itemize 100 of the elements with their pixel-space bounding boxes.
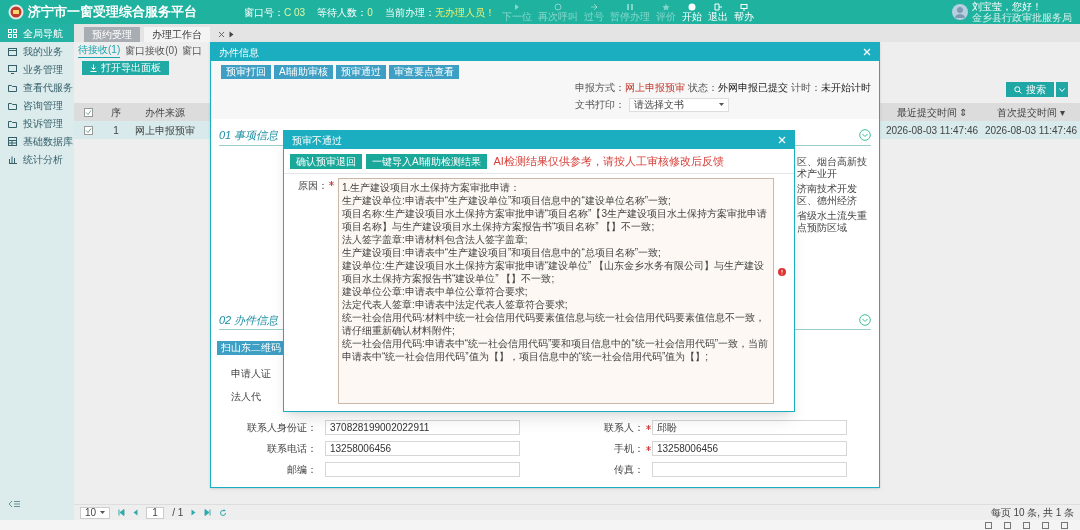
text-line: 统一社会信用代码:材料中统一社会信用代码要素值信息与统一社会信用代码要素值信息不一致，请仔细重新确认材料附件; bbox=[342, 310, 766, 337]
sidebar-item[interactable]: 基础数据库 bbox=[0, 132, 74, 150]
sidebar-item[interactable]: 业务管理 bbox=[0, 60, 74, 78]
table-cell-text: 网上申报预审 bbox=[134, 123, 196, 138]
caret-icon bbox=[1059, 87, 1065, 92]
stat-value: C 03 bbox=[284, 5, 306, 20]
ring-icon bbox=[554, 2, 562, 11]
sidebar-item[interactable]: 投诉管理 bbox=[0, 114, 74, 132]
info-label: 计时： bbox=[791, 81, 821, 95]
previous-page-icon[interactable] bbox=[133, 509, 139, 516]
input-field[interactable]: 13258006456 bbox=[652, 441, 847, 456]
checkbox[interactable] bbox=[83, 125, 93, 135]
reason-field[interactable] bbox=[338, 177, 774, 404]
tab[interactable]: 办理工作台 bbox=[144, 27, 210, 42]
subtab[interactable]: 窗口 bbox=[182, 44, 203, 58]
input-field[interactable] bbox=[325, 462, 520, 477]
info-label: 申报方式： bbox=[575, 81, 625, 95]
page-total: / 1 bbox=[172, 506, 184, 520]
sidebar-item[interactable]: 查看代服务 bbox=[0, 78, 74, 96]
sidebar-item[interactable]: 统计分析 bbox=[0, 150, 74, 168]
page-summary: 每页 10 条, 共 1 条 bbox=[990, 506, 1074, 520]
user-org: 金乡县行政审批服务局 bbox=[972, 12, 1072, 23]
stat-label: 等待人数： bbox=[317, 5, 368, 20]
field-label: 原因： bbox=[298, 178, 328, 193]
tray-icon[interactable] bbox=[1042, 521, 1049, 529]
description-text: 济南技术开发区、德州经济 bbox=[797, 182, 858, 207]
collapse-chevron-icon[interactable] bbox=[859, 313, 871, 326]
text-line: 项目名称:生产建设项目水土保持方案审批申请“项目名称”【3生产建设项目水土保持方案审批申请项目名称】与生产建设项目水土保持方案报告书“项目名称” 【】不一致; bbox=[342, 206, 768, 233]
column-header[interactable]: 办件来源 bbox=[130, 104, 200, 120]
warning-text: AI检测结果仅供参考，请按人工审核修改后反馈 bbox=[493, 154, 724, 169]
field-label: 法人代 bbox=[231, 390, 262, 404]
tray-icon[interactable] bbox=[1061, 521, 1068, 529]
column-header[interactable]: 序 bbox=[102, 104, 130, 120]
collapse-chevron-icon[interactable] bbox=[859, 129, 871, 142]
input-field[interactable]: 370828199002022911 bbox=[325, 420, 520, 435]
refresh-icon[interactable] bbox=[219, 508, 228, 517]
field-label: 文书打印： bbox=[575, 98, 625, 112]
user-greeting: 刘宝莹，您好！ bbox=[972, 1, 1043, 12]
tray-icon[interactable] bbox=[1004, 521, 1011, 529]
monitor-icon bbox=[740, 2, 748, 11]
input-field[interactable]: 邱盼 bbox=[652, 420, 847, 435]
subtab[interactable]: 窗口接收(0) bbox=[125, 44, 178, 58]
star-icon bbox=[662, 2, 670, 11]
bar-chart-icon bbox=[8, 154, 17, 164]
download-icon bbox=[90, 64, 97, 72]
dialog-title: 办件信息 bbox=[219, 45, 259, 60]
text-line: 生产建设单位:申请表中“生产建设单位”和项目信息中的“建设单位名称”一致; bbox=[342, 193, 672, 207]
input-field[interactable]: 13258006456 bbox=[325, 441, 520, 456]
page-field[interactable]: 1 bbox=[146, 506, 165, 519]
text-line: 生产建设项目:申请表中“生产建设项目”和项目信息中的“总项目名称”一致; bbox=[342, 245, 662, 259]
search-icon bbox=[1014, 85, 1022, 94]
dot-icon bbox=[688, 2, 696, 11]
info-value: 未开始计时 bbox=[821, 81, 871, 95]
exit-icon bbox=[714, 2, 722, 11]
column-header[interactable]: 首次提交时间 ▾ bbox=[982, 104, 1080, 120]
dropdown-button[interactable] bbox=[1056, 82, 1068, 97]
close-icon[interactable] bbox=[218, 31, 225, 38]
description-text: 省级水土流失重点预防区域 bbox=[797, 209, 868, 234]
text-line: 建设单位公章:申请表中单位公章符合要求; bbox=[342, 284, 529, 298]
page-size-select[interactable]: 10 bbox=[80, 506, 111, 519]
field-label: 传真： bbox=[613, 463, 644, 477]
text-line: 1.生产建设项目水土保持方案审批申请： bbox=[342, 180, 522, 194]
column-header[interactable]: 最近提交时间 ⇕ bbox=[882, 104, 982, 120]
document-select[interactable]: 请选择文书 bbox=[629, 97, 729, 112]
grid-icon bbox=[8, 28, 17, 38]
stat-value: 无办理人员！ bbox=[434, 5, 495, 20]
play-icon bbox=[513, 2, 521, 11]
field-label: 联系人身份证： bbox=[246, 421, 317, 435]
stat-label: 当前办理： bbox=[384, 5, 435, 20]
caret-icon bbox=[719, 103, 724, 106]
table-cell-text: 2026-08-03 11:47:46 bbox=[884, 123, 980, 138]
text-line: 法人签字盖章:申请材料包含法人签字盖章; bbox=[342, 232, 529, 246]
calendar-icon bbox=[8, 46, 17, 56]
input-field[interactable] bbox=[652, 462, 847, 477]
section-title: 01 事项信息 bbox=[219, 128, 279, 143]
error-icon bbox=[778, 267, 786, 276]
text-line: 法定代表人签章:申请表中法定代表人签章符合要求; bbox=[342, 297, 569, 311]
next-page-icon[interactable] bbox=[191, 509, 197, 516]
dialog-title: 预审不通过 bbox=[292, 133, 342, 148]
arrow-icon bbox=[590, 2, 598, 11]
scroll-right-icon[interactable] bbox=[229, 31, 234, 38]
info-value: 外网申报已提交 bbox=[718, 81, 788, 95]
checkbox-icon[interactable] bbox=[83, 107, 93, 117]
table-cell-text: 1 bbox=[112, 123, 120, 138]
text-line: 统一社会信用代码:申请表中“统一社会信用代码”要和项目信息中的“统一社会信用代码”一致，当前申请表中“统一社会信用代码”值为【】，项目信息中的“统一社会信用代码”值为【】; bbox=[342, 336, 770, 363]
table-icon bbox=[8, 136, 17, 146]
first-page-icon[interactable] bbox=[118, 509, 126, 516]
section-title: 02 办件信息 bbox=[219, 312, 279, 328]
caret-icon bbox=[100, 511, 106, 514]
last-page-icon[interactable] bbox=[204, 509, 212, 516]
sidebar-item[interactable]: 我的业务 bbox=[0, 42, 74, 60]
tray-icon[interactable] bbox=[985, 521, 992, 529]
tray-icon[interactable] bbox=[1023, 521, 1030, 529]
table-cell-text: 2026-08-03 11:47:46 bbox=[983, 123, 1079, 138]
sidebar-item[interactable]: 咨询管理 bbox=[0, 96, 74, 114]
collapse-icon[interactable] bbox=[8, 500, 20, 508]
emblem-icon bbox=[8, 4, 24, 20]
pause-icon bbox=[626, 2, 634, 11]
avatar-icon bbox=[952, 4, 968, 20]
info-value: 网上申报预审 bbox=[625, 81, 685, 95]
